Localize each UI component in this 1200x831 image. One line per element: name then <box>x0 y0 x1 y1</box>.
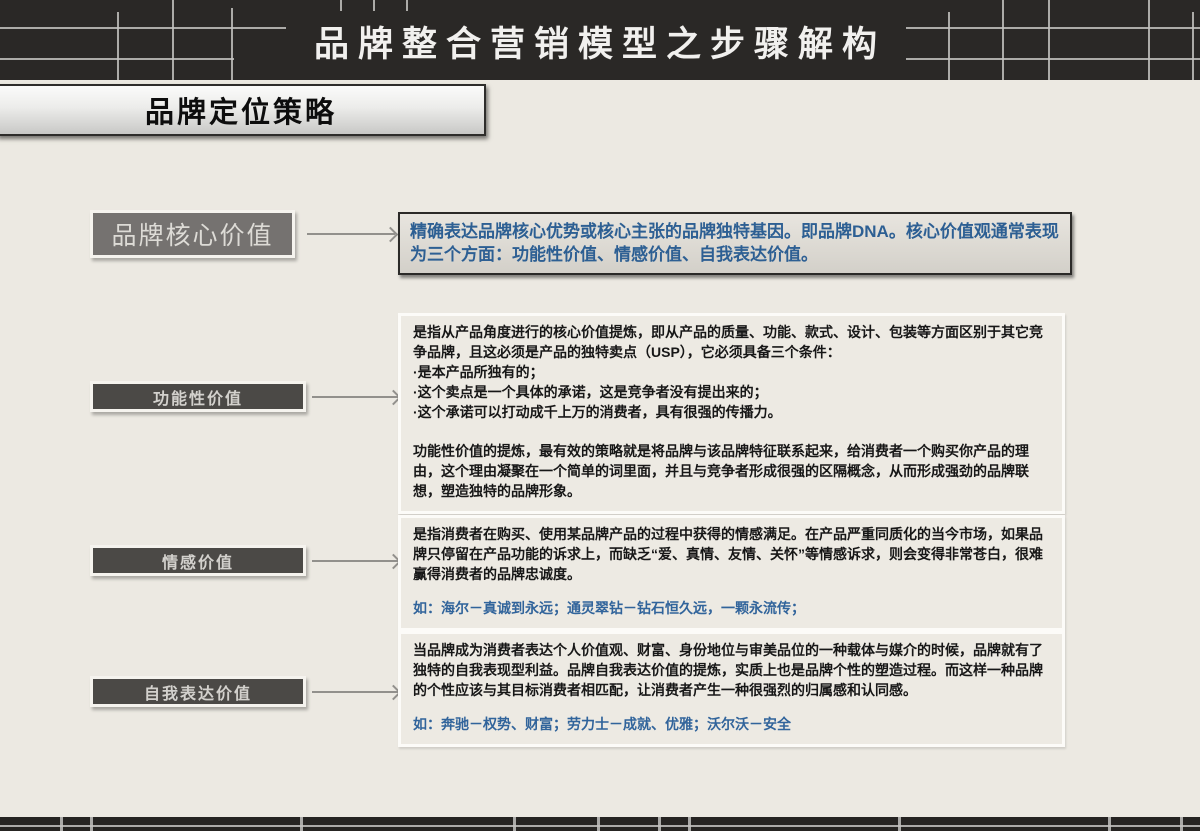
arrow-right-icon <box>307 233 395 235</box>
label-core-value: 品牌核心价值 <box>111 216 273 252</box>
grid-line <box>688 817 691 831</box>
grid-line <box>406 0 408 11</box>
label-emotional-value: 情感价值 <box>162 549 234 573</box>
arrow-right-icon <box>312 691 398 693</box>
section-title: 品牌定位策略 <box>145 89 337 131</box>
self-expression-value-description: 当品牌成为消费者表达个人价值观、财富、身份地位与审美品位的一种载体与媒介的时候，… <box>413 641 1050 701</box>
arrow-right-icon <box>312 396 398 398</box>
section-title-box: 品牌定位策略 <box>0 84 486 136</box>
label-functional-value: 功能性价值 <box>153 385 243 409</box>
grid-line <box>513 817 516 831</box>
functional-value-description-box: 是指从产品角度进行的核心价值提炼，即从产品的质量、功能、款式、设计、包装等方面区… <box>398 313 1065 514</box>
core-value-description: 精确表达品牌核心优势或核心主张的品牌独特基因。即品牌DNA。核心价值观通常表现为… <box>410 222 1059 264</box>
emotional-value-description: 是指消费者在购买、使用某品牌产品的过程中获得的情感满足。在产品严重同质化的当今市… <box>413 525 1050 585</box>
grid-line <box>597 817 600 831</box>
self-expression-value-description-box: 当品牌成为消费者表达个人价值观、财富、身份地位与审美品位的一种载体与媒介的时候，… <box>398 631 1065 747</box>
label-box-functional-value: 功能性价值 <box>90 381 306 412</box>
grid-line <box>60 817 63 831</box>
arrow-right-icon <box>312 560 398 562</box>
grid-line <box>898 817 901 831</box>
label-self-expression-value: 自我表达价值 <box>144 680 252 704</box>
functional-value-description: 是指从产品角度进行的核心价值提炼，即从产品的质量、功能、款式、设计、包装等方面区… <box>413 323 1050 502</box>
grid-line <box>340 0 342 11</box>
emotional-value-description-box: 是指消费者在购买、使用某品牌产品的过程中获得的情感满足。在产品严重同质化的当今市… <box>398 515 1065 631</box>
grid-line <box>300 817 303 831</box>
grid-line <box>373 0 375 11</box>
label-box-core-value: 品牌核心价值 <box>90 210 295 258</box>
footer-bar <box>0 817 1200 831</box>
emotional-value-examples: 如：海尔－真诚到永远；通灵翠钻－钻石恒久远，一颗永流传； <box>413 599 1050 619</box>
self-expression-value-examples: 如：奔驰－权势、财富；劳力士－成就、优雅；沃尔沃－安全 <box>413 715 1050 735</box>
grid-line <box>90 817 93 831</box>
label-box-emotional-value: 情感价值 <box>90 545 306 576</box>
page-title: 品牌整合营销模型之步骤解构 <box>0 16 1200 67</box>
grid-line <box>0 825 1200 827</box>
label-box-self-expression-value: 自我表达价值 <box>90 676 306 707</box>
header-bar: 品牌整合营销模型之步骤解构 <box>0 0 1200 80</box>
grid-line <box>658 817 661 831</box>
slide: 品牌整合营销模型之步骤解构 品牌定位策略 品牌核心价值 精确表达品牌核心优势或核… <box>0 0 1200 831</box>
grid-line <box>1108 817 1111 831</box>
grid-line <box>1180 817 1183 831</box>
core-value-description-box: 精确表达品牌核心优势或核心主张的品牌独特基因。即品牌DNA。核心价值观通常表现为… <box>398 212 1072 275</box>
